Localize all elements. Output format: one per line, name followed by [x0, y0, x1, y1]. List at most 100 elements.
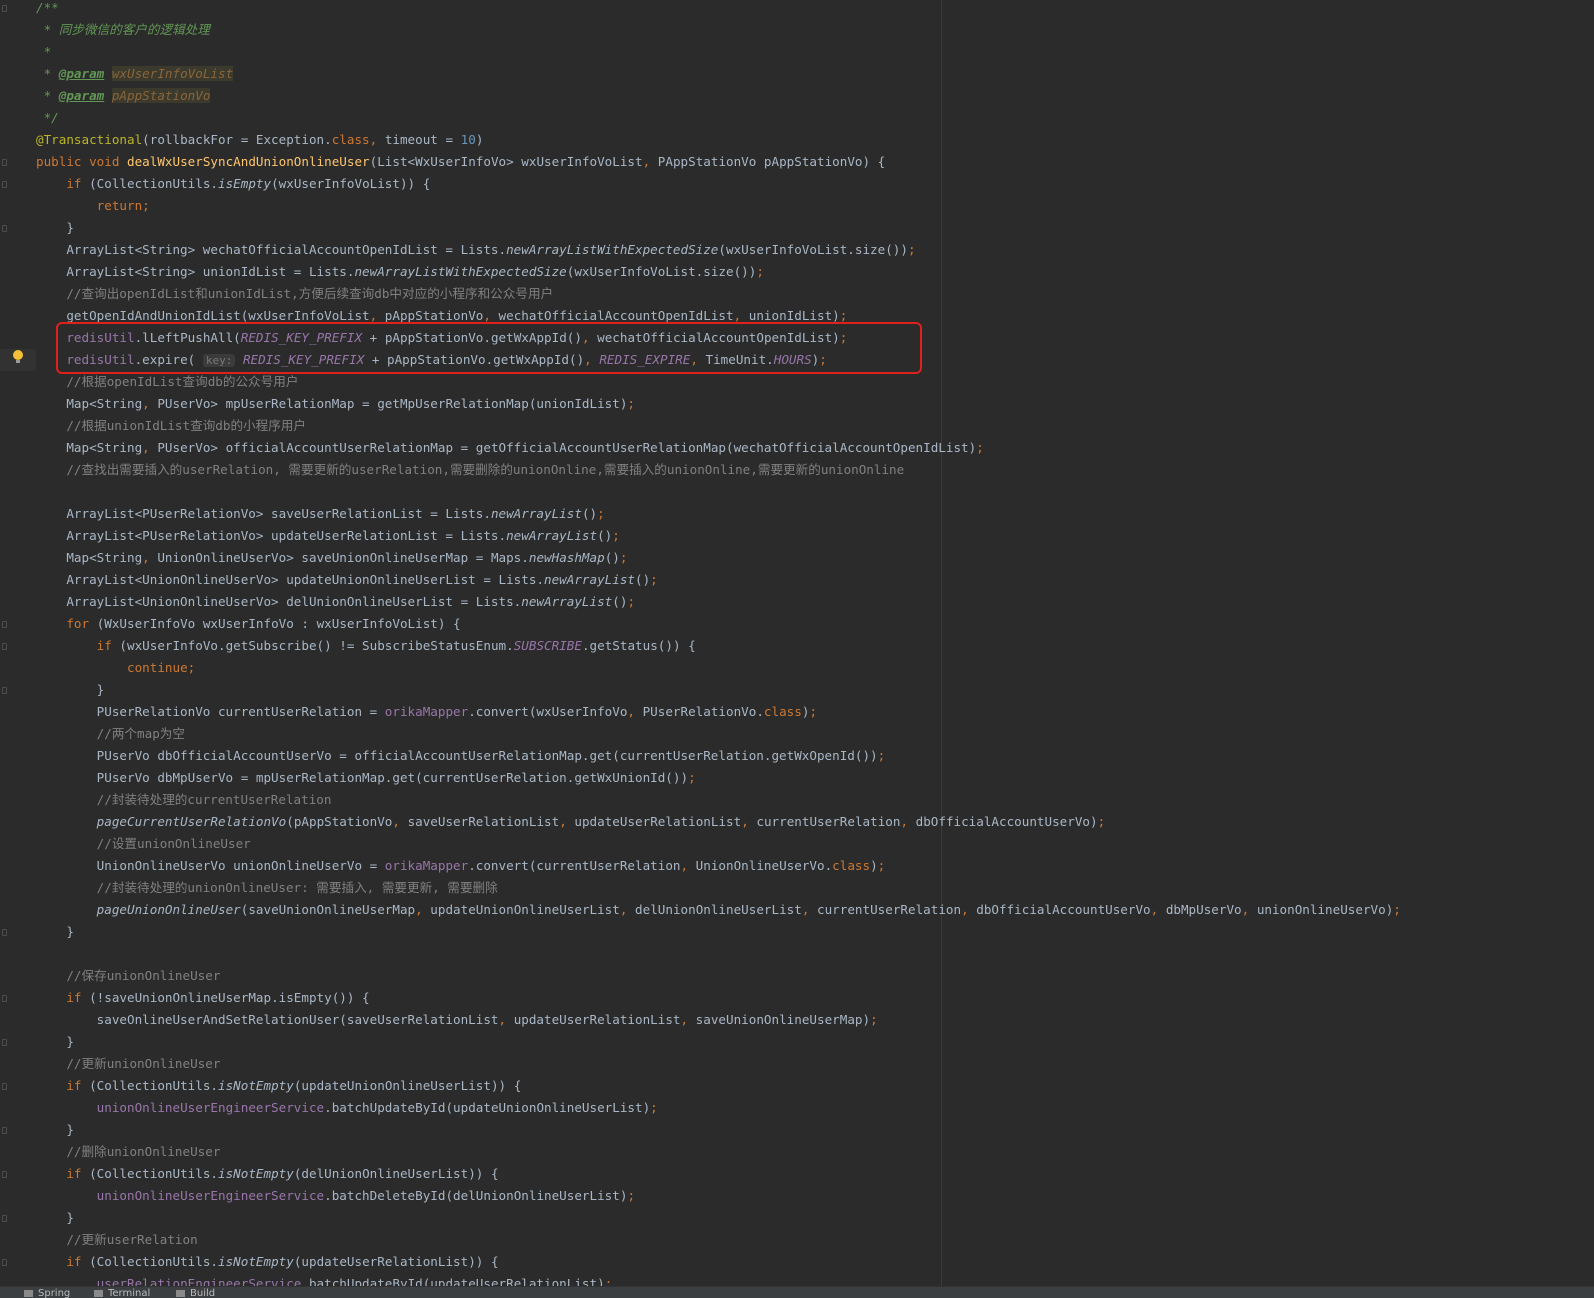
- code-line[interactable]: getOpenIdAndUnionIdList(wxUserInfoVoList…: [36, 305, 847, 327]
- code-line[interactable]: ArrayList<PUserRelationVo> saveUserRelat…: [36, 503, 604, 525]
- fold-marker-icon[interactable]: [2, 5, 7, 12]
- fold-marker-icon[interactable]: [2, 621, 7, 628]
- code-line[interactable]: PUserVo dbMpUserVo = mpUserRelationMap.g…: [36, 767, 696, 789]
- code-line[interactable]: if (CollectionUtils.isNotEmpty(updateUse…: [36, 1251, 498, 1273]
- fold-marker-icon[interactable]: [2, 1039, 7, 1046]
- code-line[interactable]: //更新unionOnlineUser: [36, 1053, 220, 1075]
- fold-marker-icon[interactable]: [2, 643, 7, 650]
- code-line[interactable]: //根据openIdList查询db的公众号用户: [36, 371, 298, 393]
- fold-marker-icon[interactable]: [2, 1215, 7, 1222]
- code-token: //更新unionOnlineUser: [66, 1056, 221, 1071]
- code-line[interactable]: ArrayList<String> wechatOfficialAccountO…: [36, 239, 915, 261]
- code-line[interactable]: ArrayList<PUserRelationVo> updateUserRel…: [36, 525, 620, 547]
- code-line[interactable]: unionOnlineUserEngineerService.batchUpda…: [36, 1097, 658, 1119]
- code-line[interactable]: //更新userRelation: [36, 1229, 197, 1251]
- fold-marker-icon[interactable]: [2, 225, 7, 232]
- code-line[interactable]: if (!saveUnionOnlineUserMap.isEmpty()) {: [36, 987, 370, 1009]
- code-editor[interactable]: /** * 同步微信的客户的逻辑处理 * * @param wxUserInfo…: [0, 0, 1594, 1286]
- code-line[interactable]: }: [36, 679, 105, 701]
- fold-marker-icon[interactable]: [2, 687, 7, 694]
- code-token: ;: [877, 748, 886, 763]
- code-line[interactable]: //设置unionOnlineUser: [36, 833, 251, 855]
- code-line[interactable]: ArrayList<UnionOnlineUserVo> delUnionOnl…: [36, 591, 635, 613]
- code-line[interactable]: Map<String, UnionOnlineUserVo> saveUnion…: [36, 547, 627, 569]
- code-line[interactable]: PUserRelationVo currentUserRelation = or…: [36, 701, 817, 723]
- code-token: }: [36, 1210, 74, 1225]
- code-token: PUserVo> officialAccountUserRelationMap …: [157, 440, 977, 455]
- code-line[interactable]: }: [36, 921, 74, 943]
- code-line[interactable]: * @param pAppStationVo: [36, 85, 211, 107]
- fold-marker-icon[interactable]: [2, 1259, 7, 1266]
- code-token: if: [66, 1078, 90, 1093]
- code-line[interactable]: for (WxUserInfoVo wxUserInfoVo : wxUserI…: [36, 613, 460, 635]
- code-line[interactable]: ArrayList<UnionOnlineUserVo> updateUnion…: [36, 569, 657, 591]
- code-token: (saveUnionOnlineUserMap: [240, 902, 416, 917]
- tool-window-spring[interactable]: Spring: [24, 1287, 70, 1298]
- code-token: * 同步微信的客户的逻辑处理: [36, 22, 210, 37]
- code-line[interactable]: pageCurrentUserRelationVo(pAppStationVo,…: [36, 811, 1106, 833]
- code-line[interactable]: Map<String, PUserVo> mpUserRelationMap =…: [36, 393, 635, 415]
- code-line[interactable]: //查询出openIdList和unionIdList,方便后续查询db中对应的…: [36, 283, 553, 305]
- code-token: ArrayList<UnionOnlineUserVo> delUnionOnl…: [36, 594, 522, 609]
- code-line[interactable]: @Transactional(rollbackFor = Exception.c…: [36, 129, 483, 151]
- code-line[interactable]: }: [36, 217, 74, 239]
- code-line[interactable]: /**: [36, 0, 59, 19]
- code-line[interactable]: userRelationEngineerService.batchUpdateB…: [36, 1273, 613, 1286]
- code-token: ArrayList<UnionOnlineUserVo> updateUnion…: [36, 572, 544, 587]
- code-token: ;: [627, 1188, 636, 1203]
- code-line[interactable]: public void dealWxUserSyncAndUnionOnline…: [36, 151, 885, 173]
- tool-window-terminal[interactable]: Terminal: [94, 1287, 150, 1298]
- code-line[interactable]: ArrayList<String> unionIdList = Lists.ne…: [36, 261, 764, 283]
- code-line[interactable]: PUserVo dbOfficialAccountUserVo = offici…: [36, 745, 886, 767]
- code-line[interactable]: pageUnionOnlineUser(saveUnionOnlineUserM…: [36, 899, 1401, 921]
- code-line[interactable]: //封装待处理的currentUserRelation: [36, 789, 332, 811]
- code-line[interactable]: unionOnlineUserEngineerService.batchDele…: [36, 1185, 635, 1207]
- code-token: getOpenIdAndUnionIdList(wxUserInfoVoList: [36, 308, 370, 323]
- code-line[interactable]: if (wxUserInfoVo.getSubscribe() != Subsc…: [36, 635, 696, 657]
- code-line[interactable]: *: [36, 41, 52, 63]
- fold-marker-icon[interactable]: [2, 929, 7, 936]
- code-line[interactable]: //查找出需要插入的userRelation, 需要更新的userRelatio…: [36, 459, 904, 481]
- code-line[interactable]: redisUtil.lLeftPushAll(REDIS_KEY_PREFIX …: [36, 327, 847, 349]
- code-line[interactable]: * @param wxUserInfoVoList: [36, 63, 234, 85]
- lightbulb-icon[interactable]: [13, 350, 23, 363]
- code-line[interactable]: if (CollectionUtils.isEmpty(wxUserInfoVo…: [36, 173, 430, 195]
- code-line[interactable]: }: [36, 1119, 74, 1141]
- code-line[interactable]: saveOnlineUserAndSetRelationUser(saveUse…: [36, 1009, 878, 1031]
- fold-marker-icon[interactable]: [2, 1083, 7, 1090]
- code-token: *: [36, 44, 52, 59]
- code-token: ;: [839, 308, 848, 323]
- code-line[interactable]: continue;: [36, 657, 195, 679]
- code-line[interactable]: //根据unionIdList查询db的小程序用户: [36, 415, 306, 437]
- code-line[interactable]: * 同步微信的客户的逻辑处理: [36, 19, 210, 41]
- fold-marker-icon[interactable]: [2, 159, 7, 166]
- code-line[interactable]: UnionOnlineUserVo unionOnlineUserVo = or…: [36, 855, 886, 877]
- fold-marker-icon[interactable]: [2, 1171, 7, 1178]
- code-token: //删除unionOnlineUser: [66, 1144, 221, 1159]
- code-line[interactable]: //封装待处理的unionOnlineUser: 需要插入, 需要更新, 需要删…: [36, 877, 498, 899]
- code-line[interactable]: return;: [36, 195, 150, 217]
- code-line[interactable]: */: [36, 107, 59, 129]
- fold-marker-icon[interactable]: [2, 181, 7, 188]
- code-token: REDIS_EXPIRE: [599, 352, 691, 367]
- tool-window-build[interactable]: Build: [176, 1287, 215, 1298]
- code-line[interactable]: //删除unionOnlineUser: [36, 1141, 220, 1163]
- fold-marker-icon[interactable]: [2, 1127, 7, 1134]
- code-line[interactable]: //两个map为空: [36, 723, 185, 745]
- code-line[interactable]: //保存unionOnlineUser: [36, 965, 220, 987]
- code-token: ,: [733, 308, 749, 323]
- code-line[interactable]: }: [36, 1031, 74, 1053]
- fold-marker-icon[interactable]: [2, 995, 7, 1002]
- code-token: (!saveUnionOnlineUserMap.isEmpty()) {: [89, 990, 370, 1005]
- code-line[interactable]: if (CollectionUtils.isNotEmpty(delUnionO…: [36, 1163, 498, 1185]
- code-token: ,: [690, 352, 706, 367]
- code-line[interactable]: Map<String, PUserVo> officialAccountUser…: [36, 437, 983, 459]
- code-line[interactable]: }: [36, 1207, 74, 1229]
- code-token: if: [96, 638, 120, 653]
- code-line[interactable]: if (CollectionUtils.isNotEmpty(updateUni…: [36, 1075, 521, 1097]
